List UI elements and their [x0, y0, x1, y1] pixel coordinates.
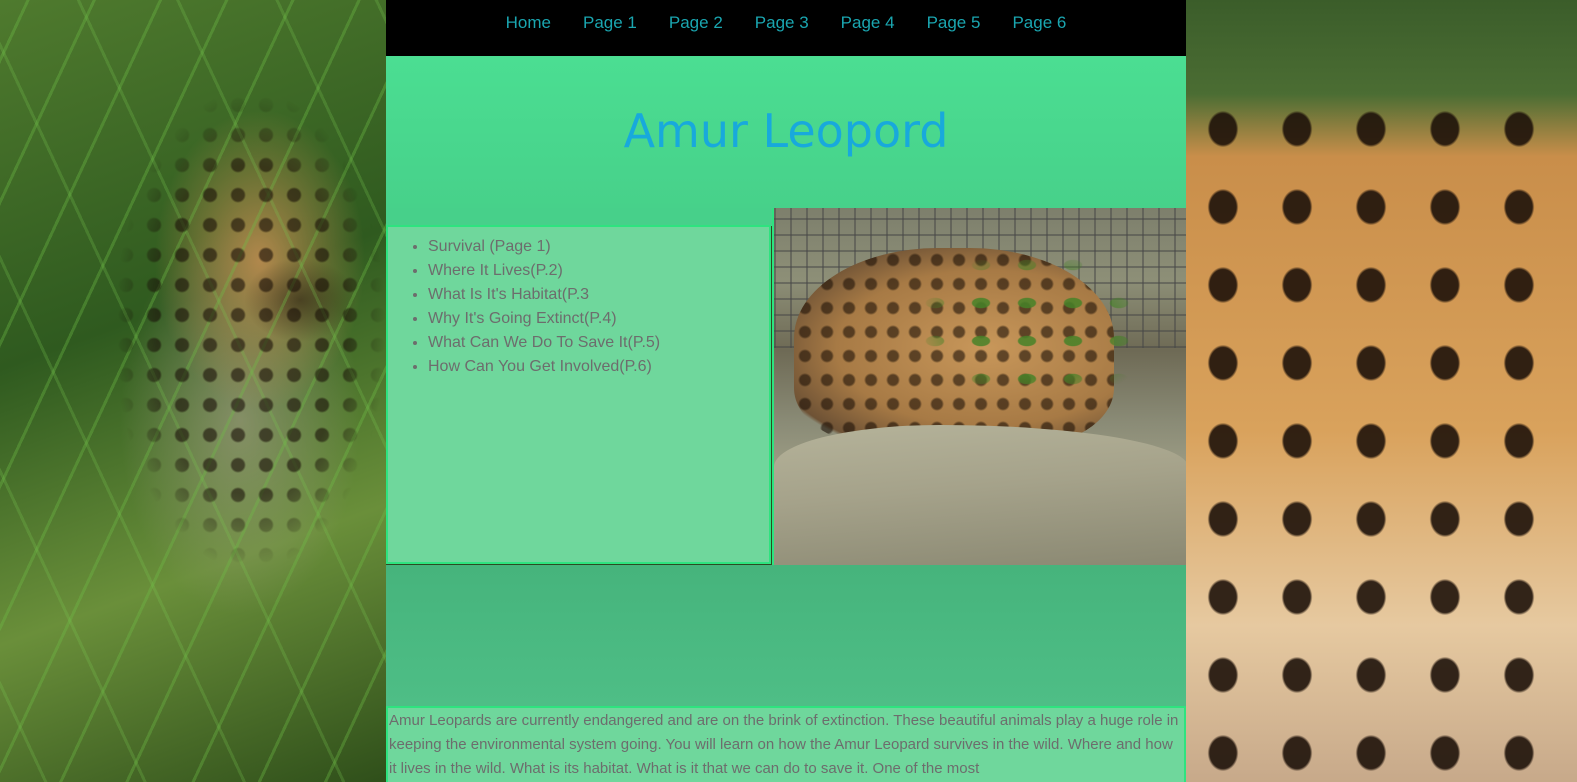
leopard-fur-spots [1186, 90, 1577, 782]
intro-text: Amur Leopards are currently endangered a… [389, 712, 1179, 777]
header-strip [386, 208, 772, 226]
leopard-photo [772, 208, 1186, 565]
nav-link-page-1[interactable]: Page 1 [583, 13, 637, 33]
top-nav: Home Page 1 Page 2 Page 3 Page 4 Page 5 … [386, 0, 1186, 56]
toc-item-get-involved: How Can You Get Involved(P.6) [428, 355, 769, 379]
nav-link-page-2[interactable]: Page 2 [669, 13, 723, 33]
spacer-band [386, 565, 1186, 706]
photo-rock [774, 425, 1186, 565]
background-photo-left [0, 0, 386, 782]
nav-link-home[interactable]: Home [506, 13, 551, 33]
page-title: Amur Leopord [623, 104, 949, 158]
intro-section: Amur Leopards are currently endangered a… [386, 706, 1186, 782]
toc-item-save-it: What Can We Do To Save It(P.5) [428, 331, 769, 355]
toc-item-where-it-lives: Where It Lives(P.2) [428, 259, 769, 283]
nav-link-page-4[interactable]: Page 4 [841, 13, 895, 33]
nav-link-page-5[interactable]: Page 5 [927, 13, 981, 33]
nav-link-page-6[interactable]: Page 6 [1012, 13, 1066, 33]
leopard-face-spots [0, 0, 386, 782]
nav-link-page-3[interactable]: Page 3 [755, 13, 809, 33]
toc-list: Survival (Page 1) Where It Lives(P.2) Wh… [388, 235, 769, 379]
table-of-contents: Survival (Page 1) Where It Lives(P.2) Wh… [386, 225, 771, 564]
toc-item-extinct: Why It's Going Extinct(P.4) [428, 307, 769, 331]
toc-item-survival: Survival (Page 1) [428, 235, 769, 259]
page-header: Amur Leopord [386, 56, 1186, 208]
toc-item-habitat: What Is It's Habitat(P.3 [428, 283, 769, 307]
